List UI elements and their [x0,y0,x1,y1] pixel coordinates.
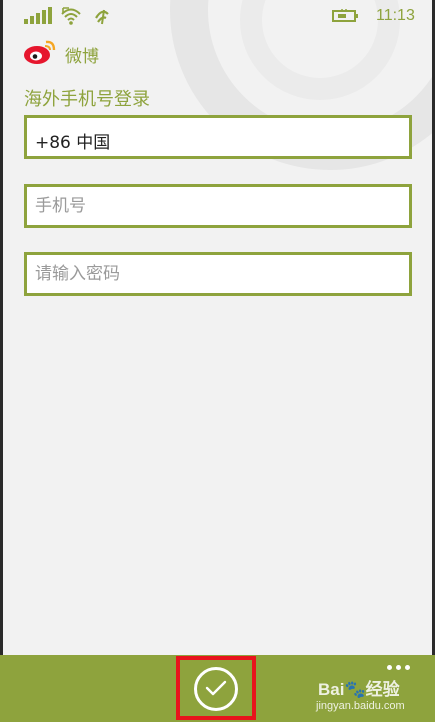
phone-screen: 11:13 微博 海外手机号登录 +86 中国 B [0,0,435,722]
roaming-icon [95,9,109,25]
wifi-icon [61,7,81,25]
phone-field-box[interactable] [24,184,412,228]
watermark-brand-text: Bai [318,680,345,699]
weibo-logo-icon [24,40,56,64]
status-time: 11:13 [376,7,415,24]
paw-icon: 🐾 [344,680,366,699]
bottom-app-bar: Bai🐾经验 jingyan.baidu.com [0,655,435,722]
watermark-url: jingyan.baidu.com [316,700,405,712]
signal-icon [24,7,52,24]
password-field-box[interactable] [24,252,412,296]
more-dots-icon[interactable] [387,663,413,673]
checkmark-icon [205,680,227,696]
password-input[interactable] [27,255,409,293]
country-code-value: +86 中国 [35,133,111,153]
country-code-selector[interactable]: +86 中国 [24,115,412,159]
screen-edge-left [0,0,3,722]
confirm-button[interactable] [194,667,238,711]
watermark-brand: Bai🐾经验 [318,675,400,700]
battery-charging-icon [332,9,358,22]
watermark-brand-suffix: 经验 [365,680,400,699]
phone-number-input[interactable] [27,187,409,225]
status-bar: 11:13 [0,0,435,34]
app-name: 微博 [65,47,99,67]
page-title: 海外手机号登录 [24,89,150,110]
